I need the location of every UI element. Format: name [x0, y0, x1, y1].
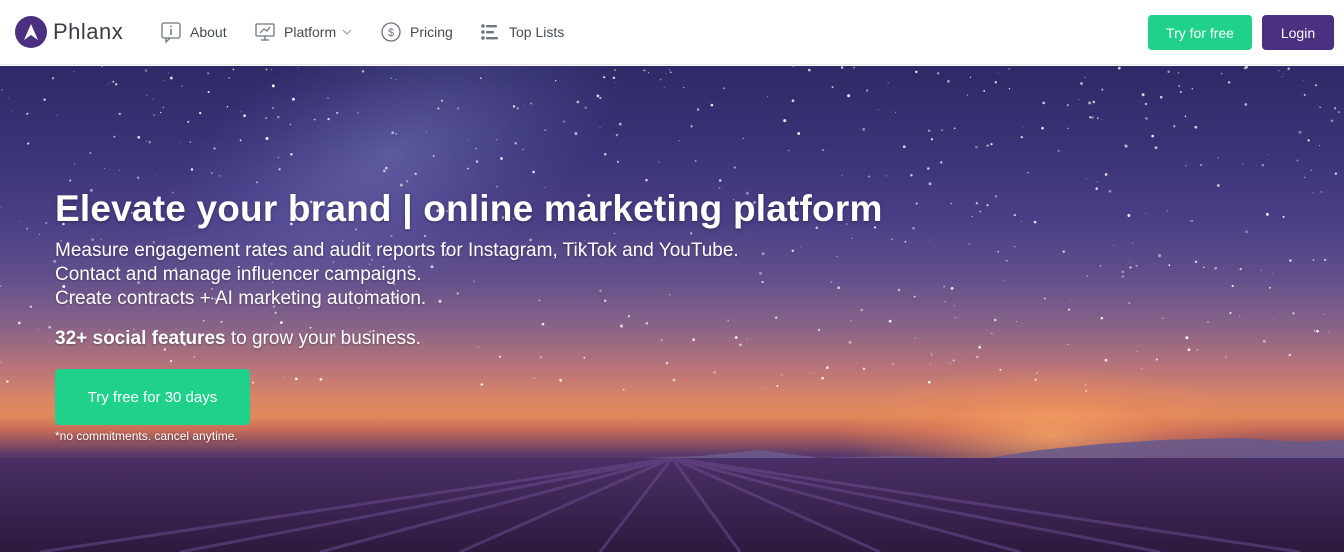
- nav-label-about: About: [190, 24, 227, 40]
- nav-item-about[interactable]: About: [160, 20, 227, 44]
- nav-item-pricing[interactable]: $ Pricing: [380, 20, 453, 44]
- svg-text:$: $: [388, 27, 394, 39]
- hero-headline: Elevate your brand | online marketing pl…: [55, 188, 883, 229]
- try-free-30-days-button[interactable]: Try free for 30 days: [55, 369, 250, 425]
- features-text: to grow your business.: [225, 328, 421, 349]
- nav-label-pricing: Pricing: [410, 24, 453, 40]
- phlanx-logo-icon: [15, 16, 47, 48]
- nav-item-top-lists[interactable]: Top Lists: [479, 20, 564, 44]
- nav-label-top-lists: Top Lists: [509, 24, 565, 40]
- top-navbar: Phlanx About Platform $ Pricing Top List…: [0, 0, 1344, 65]
- login-button[interactable]: Login: [1262, 15, 1334, 50]
- hero-line-engagement: Measure engagement rates and audit repor…: [55, 240, 739, 261]
- list-icon: [479, 21, 501, 43]
- monitor-icon: [254, 21, 276, 43]
- hero-line-campaigns: Contact and manage influencer campaigns.: [55, 264, 422, 285]
- try-for-free-button[interactable]: Try for free: [1148, 15, 1252, 50]
- chevron-down-icon: [342, 29, 352, 35]
- hero-section: Elevate your brand | online marketing pl…: [0, 66, 1344, 552]
- dollar-icon: $: [380, 21, 402, 43]
- info-icon: [160, 21, 182, 43]
- hero-features-line: 32+ social features to grow your busines…: [55, 328, 421, 350]
- nav-label-platform: Platform: [284, 24, 337, 40]
- features-count: 32+ social features: [55, 328, 226, 349]
- no-commitment-note: *no commitments. cancel anytime.: [55, 429, 238, 443]
- lavender-field-background: [0, 458, 1344, 552]
- brand-link[interactable]: Phlanx: [15, 16, 123, 48]
- nav-item-platform[interactable]: Platform: [254, 20, 352, 44]
- hero-line-contracts: Create contracts + AI marketing automati…: [55, 288, 427, 309]
- brand-name: Phlanx: [53, 19, 124, 44]
